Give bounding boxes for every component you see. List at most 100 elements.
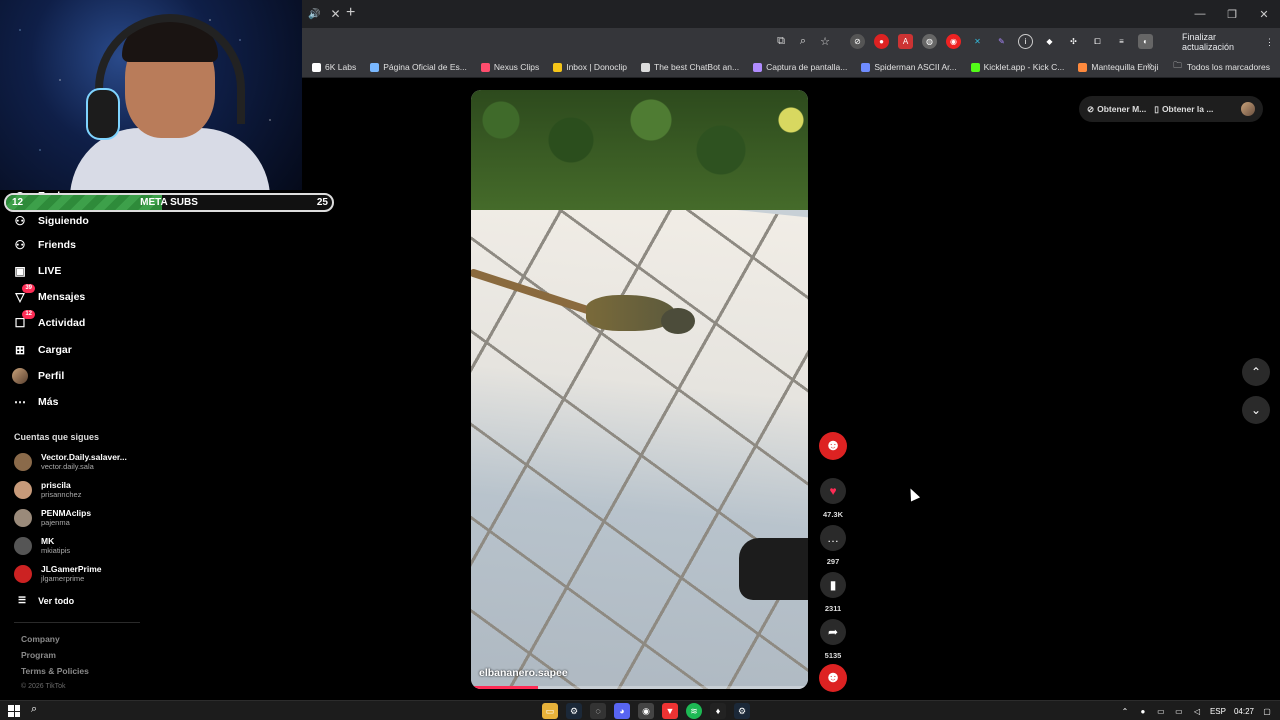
- creator-avatar[interactable]: ☻: [819, 432, 847, 460]
- file-explorer-icon[interactable]: ▭: [542, 703, 558, 719]
- restore-icon[interactable]: ❐: [1216, 0, 1248, 28]
- bookmark-item[interactable]: The best ChatBot an...: [641, 62, 739, 72]
- sidebar-item-cargar[interactable]: ⊞ Cargar: [12, 340, 72, 360]
- video-username[interactable]: elbananero.sapee: [479, 667, 568, 679]
- bookmark-label: Kicklet.app - Kick C...: [983, 62, 1065, 72]
- network-icon[interactable]: ▭: [1156, 706, 1166, 716]
- zoom-icon[interactable]: ⌕: [796, 34, 810, 48]
- message-icon: ▽ 39: [12, 284, 35, 305]
- chrome-icon[interactable]: ◉: [638, 703, 654, 719]
- speaker-icon[interactable]: 🔊: [308, 9, 320, 20]
- sound-avatar[interactable]: ☻: [819, 664, 847, 692]
- app-icon[interactable]: ♦: [710, 703, 726, 719]
- get-app-button-1[interactable]: ⊘ Obtener M...: [1087, 104, 1146, 115]
- sidebar-item-friends[interactable]: ⚇ Friends: [12, 235, 76, 255]
- clock[interactable]: 04:27: [1234, 707, 1254, 716]
- video-player[interactable]: elbananero.sapee: [471, 90, 808, 689]
- sidebar-item-mensajes[interactable]: ▽ 39 Mensajes: [12, 284, 85, 307]
- puzzle-icon[interactable]: ⧠: [1090, 34, 1105, 49]
- footer-link[interactable]: Terms & Policies: [21, 666, 89, 676]
- media-icon[interactable]: ≡: [1114, 34, 1129, 49]
- extension-icon[interactable]: ✕: [970, 34, 985, 49]
- avatar: [14, 509, 32, 527]
- following-account[interactable]: Vector.Daily.salaver... vector.daily.sala: [14, 450, 164, 474]
- install-icon[interactable]: ⧉: [774, 34, 788, 48]
- bookmark-item[interactable]: Spiderman ASCII Ar...: [861, 62, 957, 72]
- following-account[interactable]: MK mkiatipis: [14, 534, 164, 558]
- extension-icon[interactable]: ✎: [994, 34, 1009, 49]
- new-tab-button[interactable]: +: [346, 4, 355, 22]
- extension-icon[interactable]: ✣: [1066, 34, 1081, 49]
- bookmark-favicon: [480, 62, 490, 72]
- sidebar-item-perfil[interactable]: Perfil: [12, 366, 64, 386]
- update-button[interactable]: Finalizar actualización ⋮: [1176, 32, 1280, 52]
- following-account[interactable]: priscila prisannchez: [14, 478, 164, 502]
- notification-badge: 12: [22, 310, 35, 319]
- footer-link[interactable]: Program: [21, 650, 56, 660]
- discord-icon[interactable]: ◕: [614, 703, 630, 719]
- start-button[interactable]: [8, 705, 20, 717]
- chevron-up-icon[interactable]: ⌃: [1120, 706, 1130, 716]
- mic-icon[interactable]: ●: [1138, 706, 1148, 716]
- address-actions: ⧉ ⌕ ☆: [774, 34, 832, 48]
- bookmark-item[interactable]: Página Oficial de Es...: [370, 62, 467, 72]
- extension-icon[interactable]: ◍: [922, 34, 937, 49]
- like-icon[interactable]: ♥: [820, 478, 846, 504]
- minimize-icon[interactable]: —: [1184, 0, 1216, 28]
- sidebar-item-live[interactable]: ▣ LIVE: [12, 261, 61, 281]
- user-avatar[interactable]: [1241, 102, 1255, 116]
- bookmark-item[interactable]: Nexus Clips: [480, 62, 539, 72]
- friends-icon: ⚇: [14, 238, 26, 252]
- search-icon[interactable]: ⌕: [31, 703, 37, 716]
- sidebar-item-más[interactable]: ⋯ Más: [12, 392, 58, 412]
- spotify-icon[interactable]: ≋: [686, 703, 702, 719]
- extension-icon[interactable]: ●: [874, 34, 889, 49]
- see-all-button[interactable]: ☰ Ver todo: [18, 595, 74, 606]
- account-name: PENMAclips: [41, 508, 92, 518]
- sidebar-item-siguiendo[interactable]: ⚇ Siguiendo: [12, 211, 89, 231]
- more-bookmarks-icon[interactable]: »: [1147, 60, 1153, 71]
- bookmark-item[interactable]: 6K Labs: [312, 62, 356, 72]
- previous-video-button[interactable]: ⌃: [1242, 358, 1270, 386]
- bookmark-favicon: [370, 62, 380, 72]
- close-tab-icon[interactable]: ✕: [330, 7, 340, 21]
- app-icon[interactable]: ◌: [590, 703, 606, 719]
- folder-icon: 🗀: [1173, 60, 1182, 70]
- brave-icon[interactable]: ▼: [662, 703, 678, 719]
- video-progress-fill: [471, 686, 539, 689]
- adblock-icon[interactable]: A: [898, 34, 913, 49]
- all-bookmarks[interactable]: 🗀 Todos los marcadores: [1173, 56, 1270, 78]
- steam-icon[interactable]: ⚙: [566, 703, 582, 719]
- bookmark-item[interactable]: Captura de pantalla...: [753, 62, 847, 72]
- bookmark-icon[interactable]: ▮: [820, 572, 846, 598]
- comment-icon[interactable]: …: [820, 525, 846, 551]
- info-icon[interactable]: i: [1018, 34, 1033, 49]
- upload-icon: ⊞: [14, 343, 26, 357]
- steam-icon[interactable]: ⚙: [734, 703, 750, 719]
- video-progress-bar[interactable]: [471, 686, 808, 689]
- volume-icon[interactable]: ◁: [1192, 706, 1202, 716]
- bookmark-item[interactable]: Inbox | Donoclip: [553, 62, 627, 72]
- footer-link[interactable]: Company: [21, 634, 60, 644]
- bookmark-item[interactable]: Kicklet.app - Kick C...: [970, 62, 1065, 72]
- notification-icon[interactable]: ▢: [1262, 706, 1272, 716]
- system-tray: ⌃ ● ▭ ▭ ◁ ESP 04:27 ▢: [1120, 701, 1272, 720]
- get-app-button-2[interactable]: ▯ Obtener la ...: [1154, 104, 1213, 115]
- share-icon[interactable]: ➦: [820, 619, 846, 645]
- phone-icon: ▯: [1154, 103, 1159, 114]
- close-window-icon[interactable]: ✕: [1248, 0, 1280, 28]
- extension-icon[interactable]: ◉: [946, 34, 961, 49]
- next-video-button[interactable]: ⌄: [1242, 396, 1270, 424]
- star-icon[interactable]: ☆: [818, 34, 832, 48]
- following-account[interactable]: JLGamerPrime jlgamerprime: [14, 562, 164, 586]
- language-indicator[interactable]: ESP: [1210, 707, 1226, 716]
- extension-icon[interactable]: ◆: [1042, 34, 1057, 49]
- extension-icon[interactable]: ⊘: [850, 34, 865, 49]
- browser-tab[interactable]: 🔊 ✕: [302, 0, 342, 28]
- bookmark-label: 6K Labs: [325, 62, 357, 72]
- menu-icon[interactable]: ⋮: [1265, 37, 1274, 48]
- following-account[interactable]: PENMAclips pajenma: [14, 506, 164, 530]
- profile-icon[interactable]: ◐: [1138, 34, 1153, 49]
- display-icon[interactable]: ▭: [1174, 706, 1184, 716]
- sidebar-item-actividad[interactable]: ☐ 12 Actividad: [12, 310, 85, 333]
